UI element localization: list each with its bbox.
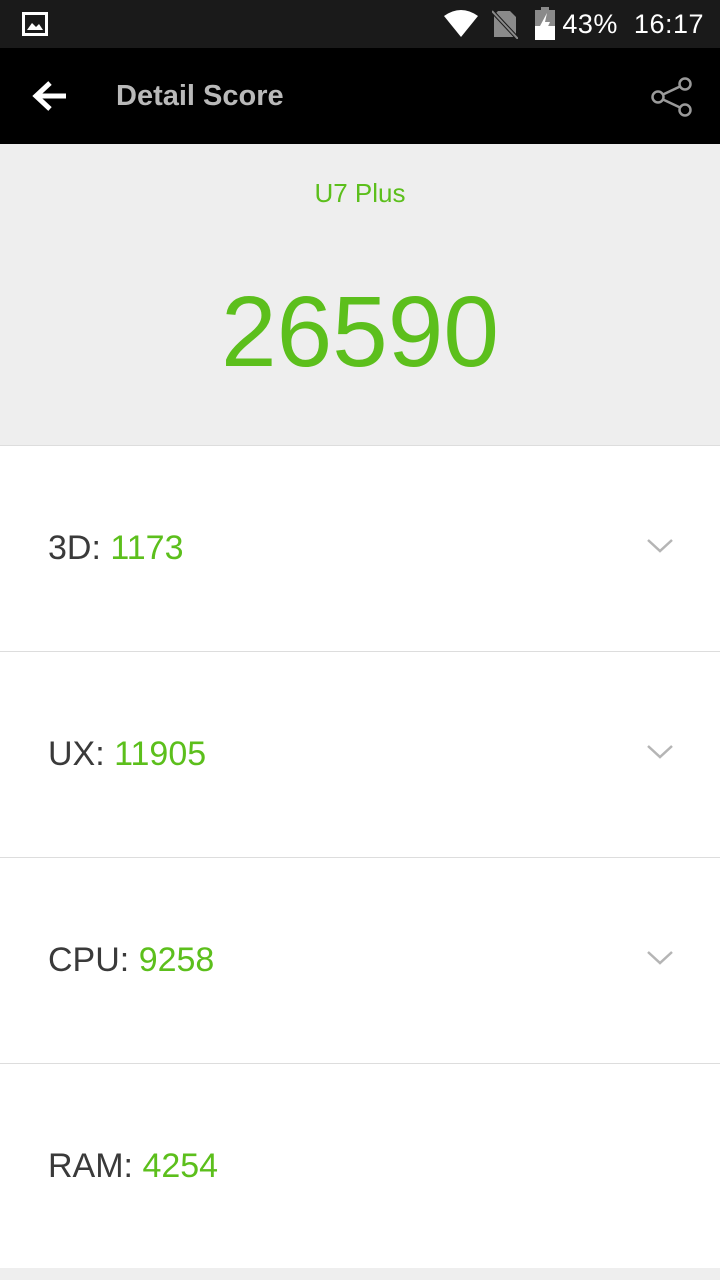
device-name: U7 Plus bbox=[314, 178, 406, 208]
gallery-icon bbox=[22, 12, 48, 36]
chevron-down-icon bbox=[647, 539, 673, 553]
score-row-text: UX: 11905 bbox=[48, 652, 206, 857]
wifi-icon bbox=[444, 10, 479, 38]
score-row-3d[interactable]: 3D: 1173 bbox=[0, 446, 720, 652]
score-value: 11905 bbox=[114, 735, 207, 773]
status-icons: 43% 16:17 bbox=[444, 0, 704, 48]
no-sim-icon bbox=[492, 9, 519, 39]
score-row-ram: RAM: 4254 bbox=[0, 1064, 720, 1270]
total-score: 26590 bbox=[220, 276, 500, 388]
score-row-ux[interactable]: UX: 11905 bbox=[0, 652, 720, 858]
back-arrow-icon bbox=[32, 81, 66, 111]
chevron-down-icon bbox=[647, 745, 673, 759]
page-title: Detail Score bbox=[116, 80, 284, 112]
app-bar: Detail Score bbox=[0, 48, 720, 144]
score-label: UX: bbox=[48, 735, 115, 773]
back-button[interactable] bbox=[22, 72, 78, 120]
score-row-text: RAM: 4254 bbox=[48, 1064, 218, 1269]
chevron-down-icon bbox=[647, 951, 673, 965]
status-bar: 43% 16:17 bbox=[0, 0, 720, 48]
score-row-text: 3D: 1173 bbox=[48, 446, 183, 651]
battery-percent: 43% bbox=[562, 8, 618, 39]
score-value: 1173 bbox=[110, 529, 184, 567]
status-clock: 16:17 bbox=[633, 8, 704, 39]
bottom-divider bbox=[0, 1268, 720, 1280]
score-row-cpu[interactable]: CPU: 9258 bbox=[0, 858, 720, 1064]
score-row-text: CPU: 9258 bbox=[48, 858, 214, 1063]
score-label: CPU: bbox=[48, 941, 139, 979]
share-button[interactable] bbox=[648, 74, 696, 120]
score-summary: U7 Plus 26590 bbox=[0, 144, 720, 446]
score-list: 3D: 1173 UX: 11905 CPU: 9258 RAM: 4254 bbox=[0, 446, 720, 1270]
score-label: RAM: bbox=[48, 1147, 143, 1185]
score-value: 9258 bbox=[138, 941, 215, 979]
score-label: 3D: bbox=[48, 529, 111, 567]
battery-charging-icon bbox=[534, 7, 556, 41]
score-value: 4254 bbox=[142, 1147, 219, 1185]
share-icon bbox=[651, 77, 692, 117]
